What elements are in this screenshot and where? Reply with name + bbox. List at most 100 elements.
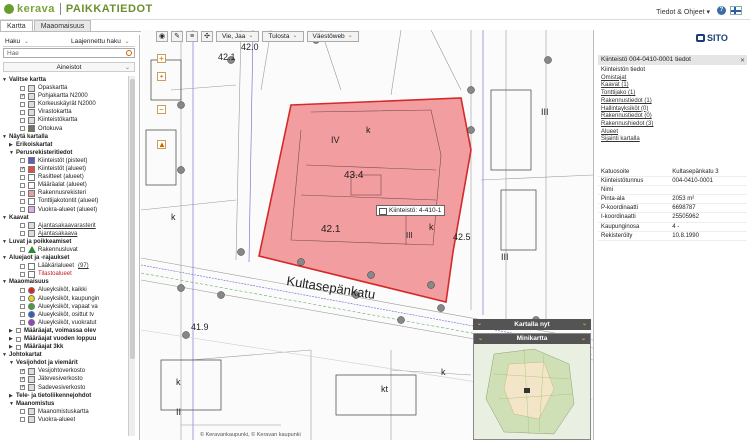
expand-down-icon[interactable]: ▼: [2, 214, 7, 222]
layer-checkbox[interactable]: [20, 198, 25, 204]
layer-checkbox[interactable]: [20, 296, 25, 302]
layer-checkbox[interactable]: [20, 271, 25, 277]
layer-tree-row[interactable]: Alueyksiköt, kaikki: [0, 286, 132, 294]
layer-tree-row[interactable]: Tonttijakotontit (alueet): [0, 197, 132, 205]
vaestoweb-button[interactable]: Väestöweb ⌄: [306, 31, 359, 42]
layer-tree-row[interactable]: ✓ Kiinteistöt (alueet): [0, 165, 132, 173]
layer-tree-row[interactable]: Lääkärialueet (97): [0, 262, 132, 270]
search-icon[interactable]: [126, 50, 132, 56]
layer-tree-row[interactable]: Ajantasakaavarasterit: [0, 222, 132, 230]
layer-tree-row[interactable]: ▶ Määräajat vuoden loppuu: [0, 335, 132, 343]
layer-checkbox[interactable]: [20, 117, 25, 123]
minimap-panel[interactable]: ⌄ Minikartta ⌄: [473, 333, 591, 440]
layer-tree-row[interactable]: ▼ Näytä kartalla: [0, 133, 132, 141]
language-flag-icon[interactable]: [730, 6, 742, 15]
layer-checkbox[interactable]: [20, 304, 25, 310]
expand-right-icon[interactable]: ▶: [9, 343, 13, 351]
layer-tree-row[interactable]: Vuokra-alueet: [0, 416, 132, 424]
layer-checkbox[interactable]: [20, 409, 25, 415]
layer-checkbox[interactable]: ✓: [20, 93, 25, 99]
layer-checkbox[interactable]: [16, 336, 21, 342]
zoom-out-button[interactable]: −: [157, 105, 166, 114]
expand-down-icon[interactable]: ▼: [2, 76, 7, 84]
layer-checkbox[interactable]: [20, 287, 25, 293]
search-input[interactable]: Hae: [3, 48, 135, 58]
sidebar-scrollbar[interactable]: [128, 76, 135, 436]
layer-tree-row[interactable]: ▶ Määräajat 3kk: [0, 343, 132, 351]
layer-checkbox[interactable]: [20, 182, 25, 188]
layer-tree-row[interactable]: Rakennusluvat: [0, 246, 132, 254]
layer-tree-row[interactable]: ▼ Luvat ja poikkeamiset: [0, 238, 132, 246]
layer-tree-row[interactable]: Alueyksiköt, kaupungin: [0, 295, 132, 303]
warning-icon[interactable]: ▲: [157, 140, 166, 149]
layer-checkbox[interactable]: [20, 263, 25, 269]
minimap-title[interactable]: ⌄ Minikartta ⌄: [474, 334, 590, 344]
expand-down-icon[interactable]: ▼: [2, 254, 7, 262]
layer-tree-row[interactable]: Vuokra-alueet (alueet): [0, 206, 132, 214]
layer-tree-row[interactable]: Opaskartta: [0, 84, 132, 92]
layer-tree-row[interactable]: Korkeuskäyrät N2000: [0, 100, 132, 108]
vie-jaa-button[interactable]: Vie, Jaa ⌄: [216, 31, 260, 42]
layer-tree-row[interactable]: Ajantasakaava: [0, 230, 132, 238]
expand-down-icon[interactable]: ▼: [2, 238, 7, 246]
info-link[interactable]: Rakennustiedot (1): [601, 98, 746, 106]
layer-checkbox[interactable]: ✓: [20, 385, 25, 391]
layer-tree-row[interactable]: ▼ Perusrekisteritiedot: [0, 149, 132, 157]
search-tab[interactable]: Haku ⌄: [3, 38, 69, 47]
expand-down-icon[interactable]: ▼: [9, 149, 14, 157]
expand-down-icon[interactable]: ▼: [9, 400, 14, 408]
layer-checkbox[interactable]: [20, 207, 25, 212]
layer-tree-row[interactable]: Kiinteistöt (pisteet): [0, 157, 132, 165]
expand-down-icon[interactable]: ▼: [2, 133, 7, 141]
layer-tree-row[interactable]: ▼ Maanomistus: [0, 400, 132, 408]
layer-checkbox[interactable]: [16, 328, 21, 334]
layer-tree-row[interactable]: Rakennusrekisteri: [0, 189, 132, 197]
advanced-search-tab[interactable]: Laajennettu haku ⌄: [69, 38, 135, 47]
layer-tree-row[interactable]: ▼ Valitse kartta: [0, 76, 132, 84]
layer-checkbox[interactable]: [20, 223, 25, 229]
layer-checkbox[interactable]: [16, 344, 21, 350]
zoom-level-icon[interactable]: •: [157, 72, 166, 81]
layer-checkbox[interactable]: [20, 312, 25, 318]
layer-tree-row[interactable]: Rasitteet (alueet): [0, 173, 132, 181]
expand-right-icon[interactable]: ▶: [9, 392, 13, 400]
layer-checkbox[interactable]: [20, 190, 25, 196]
move-icon[interactable]: ✣: [201, 31, 213, 42]
layer-tree-row[interactable]: Tilastoalueet: [0, 270, 132, 278]
pencil-icon[interactable]: ✎: [171, 31, 183, 42]
layer-tree-row[interactable]: ✓ Vesijohtoverkosto: [0, 367, 132, 375]
layer-count-link[interactable]: (97): [78, 262, 89, 270]
layer-tree-row[interactable]: ✓ Sadevesiverkosto: [0, 384, 132, 392]
expand-down-icon[interactable]: ▼: [9, 359, 14, 367]
layer-tree-row[interactable]: ▼ Johtokartat: [0, 351, 132, 359]
expand-down-icon[interactable]: ▼: [2, 278, 7, 286]
layer-tree-row[interactable]: ▼ Aluejaot ja -rajaukset: [0, 254, 132, 262]
minimap-image[interactable]: [474, 344, 590, 439]
info-help-menu[interactable]: Tiedot & Ohjeet ▾: [656, 8, 710, 16]
layer-tree-row[interactable]: Alueyksiköt, osittut tv: [0, 311, 132, 319]
layer-checkbox[interactable]: [20, 174, 25, 180]
layer-tree-row[interactable]: ✓ Pohjakartta N2000: [0, 92, 132, 100]
layer-tree-row[interactable]: Alueyksiköt, vuokratut: [0, 319, 132, 327]
kerava-logo[interactable]: kerava PAIKKATIEDOT: [4, 3, 153, 15]
layer-tree-row[interactable]: Virastokartta: [0, 108, 132, 116]
layer-tree-row[interactable]: ▶ Määräajat, voimassa olev: [0, 327, 132, 335]
close-icon[interactable]: ✕: [740, 56, 745, 66]
info-link[interactable]: Alueet: [601, 129, 746, 137]
info-link[interactable]: Sijainti kartalla: [601, 136, 746, 144]
property-polygon[interactable]: [258, 97, 472, 303]
layer-tree-row[interactable]: Kiinteistökartta: [0, 116, 132, 124]
layer-checkbox[interactable]: [20, 85, 25, 91]
layer-tree-row[interactable]: ▼ Maaomaisuus: [0, 278, 132, 286]
layer-checkbox[interactable]: [20, 109, 25, 115]
layer-checkbox[interactable]: [20, 417, 25, 423]
layer-checkbox[interactable]: [20, 101, 25, 107]
list-icon[interactable]: ≡: [186, 31, 198, 42]
expand-right-icon[interactable]: ▶: [9, 327, 13, 335]
layer-tree-row[interactable]: ▶ Tele- ja tietoliikennejohdot: [0, 392, 132, 400]
layer-tree-row[interactable]: Maanomistuskartta: [0, 408, 132, 416]
layer-tree-row[interactable]: ▼ Kaavat: [0, 214, 132, 222]
kartalla-nyt-panel[interactable]: ⌄ Kartalla nyt ⌄: [473, 319, 591, 330]
info-link[interactable]: Tonttijako (1): [601, 90, 746, 98]
help-icon[interactable]: ?: [717, 6, 726, 15]
